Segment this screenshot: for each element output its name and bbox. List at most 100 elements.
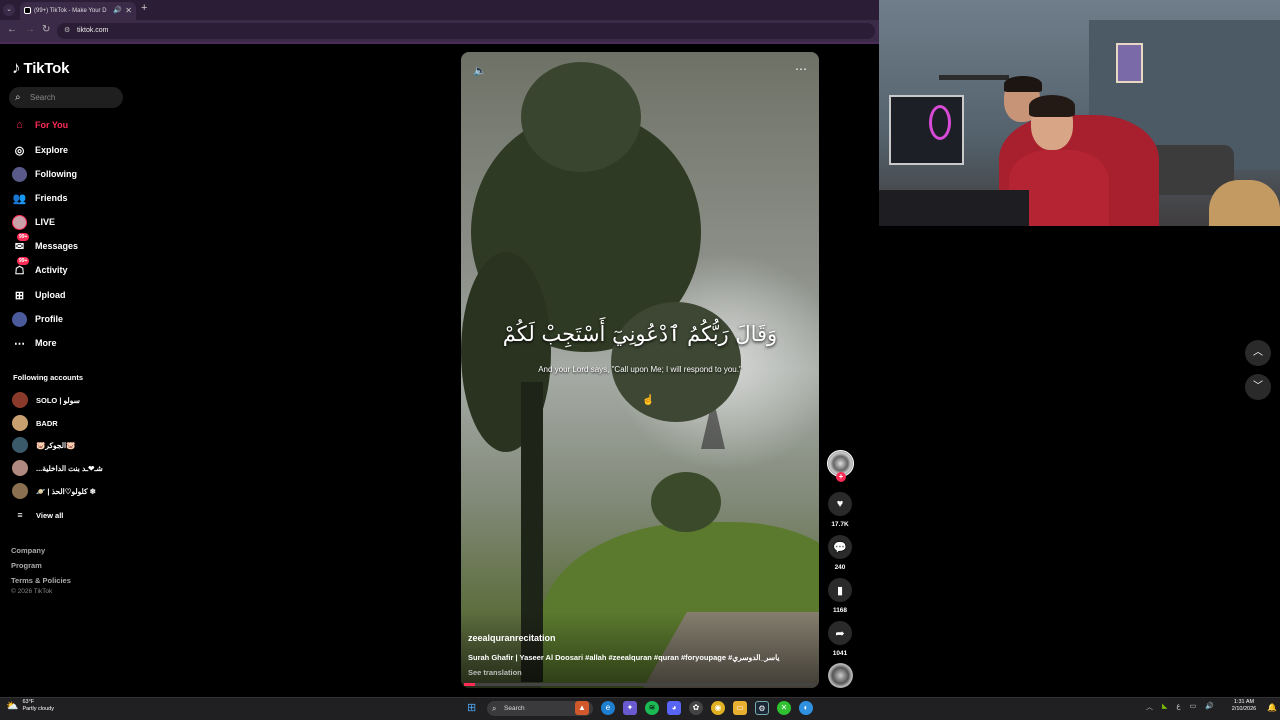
video-description: Surah Ghafir | Yaseer Al Doosari #allah … xyxy=(468,653,780,662)
follow-button[interactable]: + xyxy=(836,472,846,482)
tab-title: (99+) TikTok - Make Your D xyxy=(34,8,107,14)
nav-profile[interactable]: Profile xyxy=(12,310,63,328)
nav-activity[interactable]: ☖ 99+ Activity xyxy=(12,256,68,279)
taskbar-clock[interactable]: 1:31 AM 2/10/2026 xyxy=(1228,699,1260,713)
nav-friends[interactable]: 👥 Friends xyxy=(12,189,68,207)
tiktok-logo[interactable]: ♪ TikTok xyxy=(12,58,69,78)
webcam-desk xyxy=(879,190,1029,226)
footer-terms-link[interactable]: Terms & Policies xyxy=(11,576,71,585)
webcam-pc-case xyxy=(889,95,964,165)
edge-icon[interactable]: e xyxy=(601,701,615,715)
notifications-icon[interactable]: 🔔 xyxy=(1267,703,1277,712)
verse-translation: And your Lord says, "Call upon Me; I wil… xyxy=(538,365,742,374)
video-author[interactable]: zeealquranrecitation xyxy=(468,633,556,643)
xbox-icon[interactable]: ✕ xyxy=(777,701,791,715)
copilot-icon[interactable]: ✦ xyxy=(623,701,637,715)
video-tree xyxy=(521,62,641,172)
video-player[interactable]: 🔈 ⋯ وَقَالَ رَبُّكُمُ ٱدْعُونِيٓ أَسْتَج… xyxy=(461,52,819,688)
weather-widget[interactable]: ⛅ 63°F Partly cloudy xyxy=(6,699,54,713)
browser-tab[interactable]: (99+) TikTok - Make Your D 🔊 ✕ xyxy=(20,2,136,20)
share-count: 1041 xyxy=(832,650,848,657)
following-account[interactable]: 🐷الجوكر🐷 xyxy=(12,437,75,453)
search-highlight-icon: ▲ xyxy=(575,701,589,715)
account-avatar xyxy=(12,460,28,476)
network-icon[interactable]: ▭ xyxy=(1190,702,1197,712)
chatgpt-icon[interactable]: ✿ xyxy=(689,701,703,715)
new-tab-button[interactable]: + xyxy=(141,2,147,14)
tab-list-button[interactable]: ⌄ xyxy=(3,4,15,16)
webcam-chair xyxy=(1209,180,1280,226)
site-info-icon[interactable]: ⚙ xyxy=(64,23,70,39)
more-options-icon[interactable]: ⋯ xyxy=(795,62,807,76)
music-disc[interactable] xyxy=(828,663,853,688)
video-progress-bar[interactable] xyxy=(464,683,816,686)
verse-arabic-text: وَقَالَ رَبُّكُمُ ٱدْعُونِيٓ أَسْتَجِبْ … xyxy=(502,322,778,346)
footer-program-link[interactable]: Program xyxy=(11,561,42,570)
windows-taskbar xyxy=(0,697,1280,720)
spotify-icon[interactable]: ≋ xyxy=(645,701,659,715)
nav-label: LIVE xyxy=(35,217,56,227)
nav-explore[interactable]: ◎ Explore xyxy=(12,141,68,159)
following-account[interactable]: SOLO | سولو xyxy=(12,392,80,408)
nav-label: Explore xyxy=(35,145,69,155)
chevron-up-icon: ︿ xyxy=(1253,347,1263,358)
mouse-cursor-icon: ☝ xyxy=(642,395,655,406)
like-count: 17.7K xyxy=(831,521,849,528)
activity-icon: ☖ 99+ xyxy=(14,256,30,277)
save-count: 1168 xyxy=(832,607,848,614)
nav-label: Messages xyxy=(35,241,79,251)
forward-icon[interactable]: → xyxy=(25,24,35,35)
see-translation-link[interactable]: See translation xyxy=(468,668,522,677)
file-explorer-icon[interactable]: ▭ xyxy=(733,701,747,715)
view-all-link[interactable]: ≡ View all xyxy=(12,507,63,523)
nvidia-icon[interactable]: ◣ xyxy=(1162,702,1167,712)
nav-label: Friends xyxy=(35,193,68,203)
tab-audio-icon[interactable]: 🔊 xyxy=(113,2,122,20)
search-input[interactable]: ⌕ Search xyxy=(9,87,123,108)
volume-icon[interactable]: 🔈 xyxy=(473,64,487,77)
live-avatar xyxy=(12,214,27,230)
view-all-label: View all xyxy=(36,510,64,520)
following-account[interactable]: 🪐 | كلولو♡الحذ ❄ xyxy=(12,483,96,499)
webcam-shelf xyxy=(939,75,1009,80)
nav-label: For You xyxy=(35,120,69,130)
nav-live[interactable]: LIVE xyxy=(12,213,55,231)
steam-icon[interactable]: ⚙ xyxy=(755,701,769,715)
tray-overflow-icon[interactable]: ︿ xyxy=(1146,702,1153,712)
discord-icon[interactable]: ◕ xyxy=(667,701,681,715)
save-button[interactable]: ▮ xyxy=(828,578,852,602)
app-icon[interactable]: ◐ xyxy=(799,701,813,715)
account-name: SOLO | سولو xyxy=(36,395,80,405)
back-icon[interactable]: ← xyxy=(7,24,17,35)
nav-for-you[interactable]: ⌂ For You xyxy=(12,116,68,134)
like-button[interactable]: ♥ xyxy=(828,492,852,516)
share-button[interactable]: ➦ xyxy=(828,621,852,645)
reload-icon[interactable]: ↻ xyxy=(42,24,50,35)
messages-badge: 99+ xyxy=(17,232,30,241)
clock-time: 1:31 AM xyxy=(1233,699,1255,705)
nav-label: More xyxy=(35,338,57,348)
comment-button[interactable]: 💬 xyxy=(828,535,852,559)
windows-start-icon[interactable]: ⊞ xyxy=(467,701,476,715)
next-video-button[interactable]: ﹀ xyxy=(1245,374,1271,400)
logo-text: TikTok xyxy=(23,59,70,77)
webcam-rgb-light xyxy=(929,105,951,140)
previous-video-button[interactable]: ︿ xyxy=(1245,340,1271,366)
tab-close-button[interactable]: ✕ xyxy=(125,2,132,20)
video-tree xyxy=(611,302,741,422)
following-account[interactable]: BADR xyxy=(12,415,58,431)
language-indicator[interactable]: ع xyxy=(1176,702,1180,712)
address-bar[interactable]: ⚙ tiktok.com xyxy=(57,23,875,39)
copyright: © 2026 TikTok xyxy=(11,588,53,595)
footer-company-link[interactable]: Company xyxy=(11,546,45,555)
following-account[interactable]: ...شـ❤ـد بنت الداخلية xyxy=(12,460,103,476)
nav-following[interactable]: Following xyxy=(12,165,77,183)
messages-icon: ✉ 99+ xyxy=(14,232,30,253)
chevron-down-icon: ﹀ xyxy=(1253,381,1263,392)
nav-upload[interactable]: ⊞ Upload xyxy=(12,286,66,304)
speaker-icon[interactable]: 🔊 xyxy=(1205,702,1214,712)
chrome-icon[interactable]: ◉ xyxy=(711,701,725,715)
nav-messages[interactable]: ✉ 99+ Messages xyxy=(12,232,79,255)
nav-more[interactable]: ⋯ More xyxy=(12,334,57,352)
tiktok-favicon xyxy=(24,7,31,14)
